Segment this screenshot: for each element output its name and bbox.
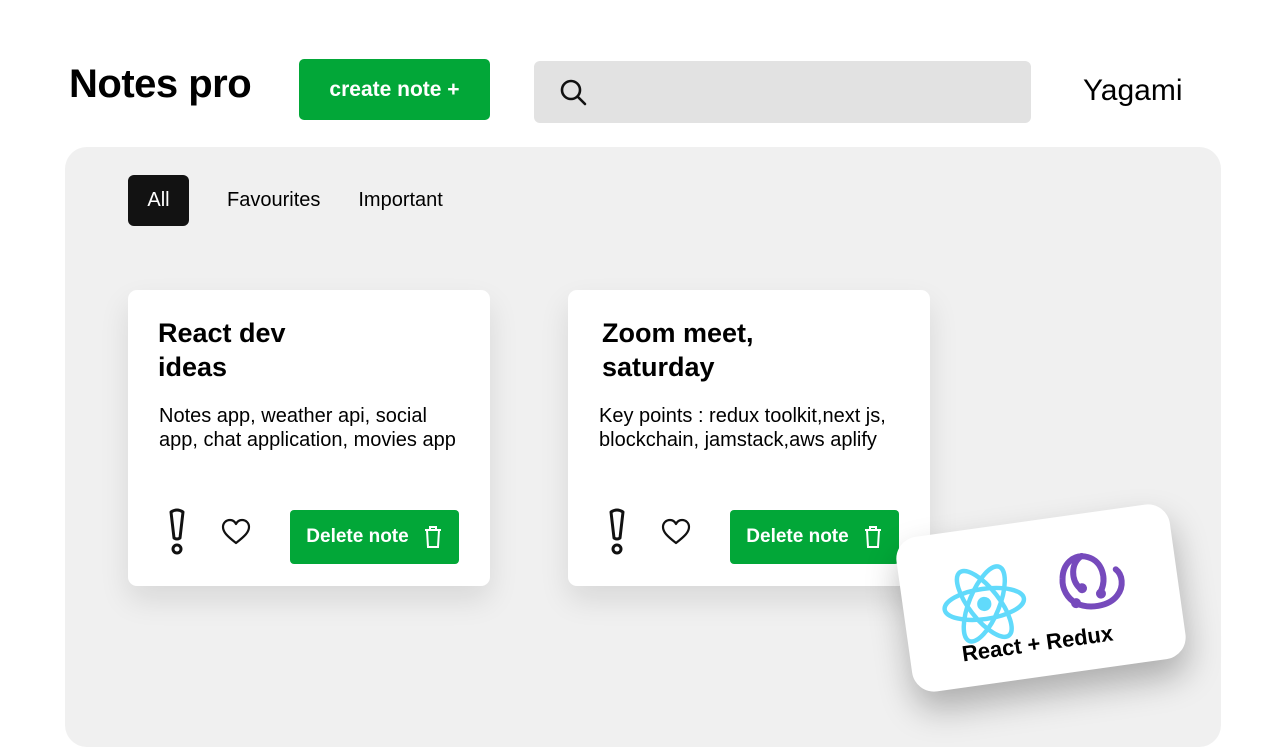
app-title: Notes pro	[69, 62, 252, 106]
search-input[interactable]	[602, 61, 1031, 123]
delete-note-button[interactable]: Delete note	[290, 510, 459, 564]
note-card: React dev ideas Notes app, weather api, …	[128, 290, 490, 586]
delete-note-button[interactable]: Delete note	[730, 510, 899, 564]
trash-icon	[424, 526, 441, 548]
create-note-button[interactable]: create note +	[299, 59, 490, 120]
delete-note-label: Delete note	[306, 526, 409, 547]
search-icon	[560, 79, 587, 106]
trash-icon	[864, 526, 881, 548]
note-title: Zoom meet, saturday	[602, 318, 754, 382]
note-card: Zoom meet, saturday Key points : redux t…	[568, 290, 930, 586]
tab-all[interactable]: All	[128, 175, 189, 226]
redux-logo-icon	[1059, 552, 1125, 610]
username[interactable]: Yagami	[1083, 74, 1183, 108]
tab-favourites[interactable]: Favourites	[227, 175, 320, 226]
heart-icon[interactable]	[221, 518, 251, 546]
note-body: Key points : redux toolkit,next js, bloc…	[599, 405, 886, 451]
search-bar[interactable]	[534, 61, 1031, 123]
exclamation-icon[interactable]	[606, 508, 628, 556]
exclamation-icon[interactable]	[166, 508, 188, 556]
note-body: Notes app, weather api, social app, chat…	[159, 405, 456, 451]
delete-note-label: Delete note	[746, 526, 849, 547]
heart-icon[interactable]	[661, 518, 691, 546]
tab-important[interactable]: Important	[358, 175, 442, 226]
note-title: React dev ideas	[158, 318, 286, 382]
filter-tabs: All Favourites Important	[128, 175, 443, 226]
